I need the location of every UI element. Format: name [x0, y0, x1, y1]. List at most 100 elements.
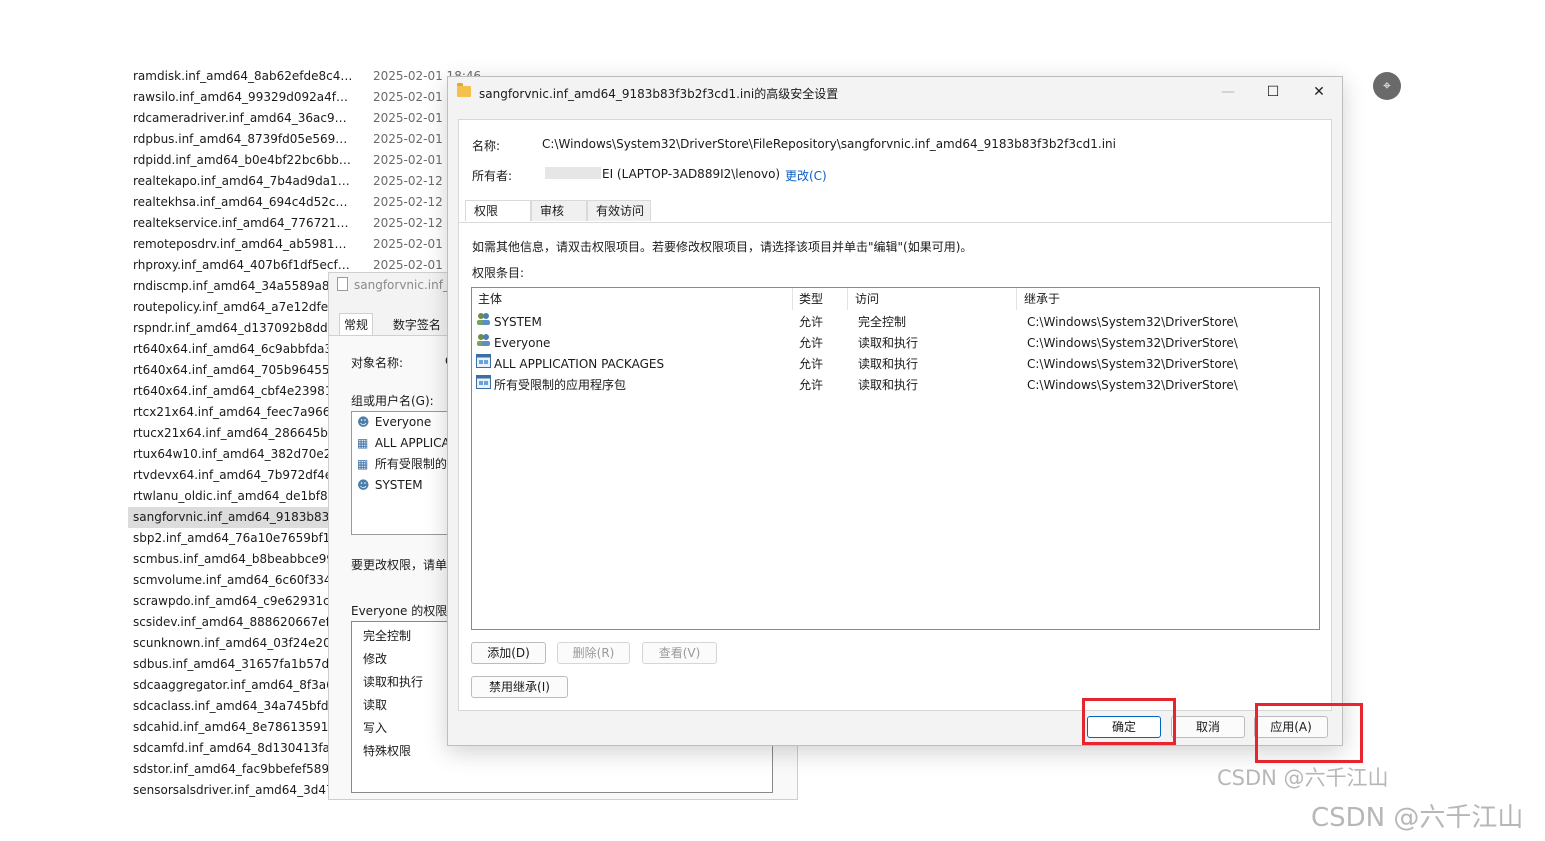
- entry-access: 读取和执行: [858, 357, 919, 371]
- column-inherited-from[interactable]: 继承于: [1018, 288, 1314, 310]
- file-date: 2025-02-01 1: [373, 237, 455, 251]
- permission-entry-row[interactable]: 所有受限制的应用程序包 允许 读取和执行 C:\Windows\System32\Dr…: [472, 375, 1317, 396]
- file-name: scrawpdo.inf_amd64_c9e62931c1: [133, 594, 338, 608]
- watermark: CSDN @六千江山: [1311, 803, 1524, 833]
- view-button[interactable]: 查看(V): [642, 642, 717, 664]
- entry-principal: ALL APPLICATION PACKAGES: [494, 357, 665, 371]
- tab-divider: [459, 222, 1331, 223]
- ok-highlight-box: [1082, 698, 1176, 745]
- app-package-icon: ▦: [357, 457, 369, 471]
- file-name: rtwlanu_oldic.inf_amd64_de1bf895: [133, 489, 343, 503]
- info-text: 如需其他信息，请双击权限项目。若要修改权限项目，请选择该项目并单击"编辑"(如果…: [472, 240, 973, 254]
- properties-tabs: 常规 数字签名: [339, 313, 457, 335]
- file-name: rt640x64.inf_amd64_6c9abbfda35: [133, 342, 340, 356]
- file-list-item[interactable]: sangforvnic.inf_amd64_9183b83f3: [128, 507, 341, 528]
- file-name: realtekapo.inf_amd64_7b4ad9da196...: [133, 174, 353, 188]
- title-bar[interactable]: sangforvnic.inf_amd64_9183b83f3b2f3cd1.i…: [448, 77, 1342, 107]
- folder-icon: [457, 83, 471, 97]
- file-date: 2025-02-12 1: [373, 216, 455, 230]
- file-name: rdcameradriver.inf_amd64_36ac9802...: [133, 111, 353, 125]
- tab-digital-signature[interactable]: 数字签名: [389, 314, 445, 335]
- minimize-button[interactable]: —: [1205, 77, 1251, 107]
- name-label: 名称:: [472, 139, 501, 153]
- file-name: scunknown.inf_amd64_03f24e20c3: [133, 636, 345, 650]
- permission-entry-row[interactable]: Everyone 允许 读取和执行 C:\Windows\System32\Drive…: [472, 333, 1317, 354]
- dialog-content: 名称: C:\Windows\System32\DriverStore\File…: [458, 119, 1332, 711]
- tab-general[interactable]: 常规: [339, 313, 374, 335]
- file-name: rspndr.inf_amd64_d137092b8dd2: [133, 321, 336, 335]
- entry-access: 读取和执行: [858, 336, 919, 350]
- file-date: 2025-02-01 1: [373, 111, 455, 125]
- owner-change-link[interactable]: 更改(C): [785, 167, 827, 184]
- file-name: scmvolume.inf_amd64_6c60f334fe: [133, 573, 344, 587]
- permission-entry-row[interactable]: ALL APPLICATION PACKAGES 允许 读取和执行 C:\Window…: [472, 354, 1317, 375]
- entry-type: 允许: [799, 315, 824, 329]
- entry-access: 读取和执行: [858, 378, 919, 392]
- cancel-button[interactable]: 取消: [1171, 716, 1245, 738]
- file-name: ramdisk.inf_amd64_8ab62efde8c4fdf...: [133, 69, 353, 83]
- entry-principal: Everyone: [494, 336, 551, 350]
- file-date: 2025-02-12 1: [373, 174, 455, 188]
- file-name: sangforvnic.inf_amd64_9183b83f3: [133, 510, 342, 524]
- change-hint: 要更改权限，请单: [351, 558, 448, 572]
- file-name: rt640x64.inf_amd64_cbf4e23981c3: [133, 384, 347, 398]
- tab-permissions[interactable]: 权限: [465, 200, 531, 221]
- tab-effective-access[interactable]: 有效访问: [587, 200, 651, 221]
- file-name: sdstor.inf_amd64_fac9bbefef589e: [133, 762, 337, 776]
- column-access[interactable]: 访问: [849, 288, 1017, 310]
- entry-type: 允许: [799, 378, 824, 392]
- file-name: sensorsalsdriver.inf_amd64_3d47: [133, 783, 334, 797]
- entry-inherited: C:\Windows\System32\DriverStore\: [1027, 378, 1238, 392]
- permission-entry-row[interactable]: SYSTEM 允许 完全控制 C:\Windows\System32\DriverSt…: [472, 312, 1317, 333]
- owner-label: 所有者:: [472, 169, 513, 183]
- file-name: rtvdevx64.inf_amd64_7b972df4e0: [133, 468, 340, 482]
- file-name: rhproxy.inf_amd64_407b6f1df5ecf019...: [133, 258, 353, 272]
- file-name: rndiscmp.inf_amd64_34a5589a8cf: [133, 279, 341, 293]
- file-name: realtekhsa.inf_amd64_694c4d52c0929...: [133, 195, 353, 209]
- file-name: remoteposdrv.inf_amd64_ab5981853...: [133, 237, 353, 251]
- disable-inheritance-button[interactable]: 禁用继承(I): [471, 676, 568, 698]
- file-name: rtux64w10.inf_amd64_382d70e2c3: [133, 447, 346, 461]
- entry-type: 允许: [799, 336, 824, 350]
- file-name: rt640x64.inf_amd64_705b96455fe: [133, 363, 342, 377]
- permission-entries-list[interactable]: 主体 类型 访问 继承于 SYSTEM 允许 完全控制 C:\Windows\Syst…: [471, 287, 1320, 630]
- file-name: rtcx21x64.inf_amd64_feec7a9662e: [133, 405, 346, 419]
- file-name: rtucx21x64.inf_amd64_286645bc8: [133, 426, 343, 440]
- zoom-icon[interactable]: ⌖: [1373, 72, 1401, 100]
- group-label: 组或用户名(G):: [351, 394, 434, 408]
- properties-title: sangforvnic.inf_a: [337, 277, 456, 292]
- file-name: scsidev.inf_amd64_888620667efd: [133, 615, 338, 629]
- entry-access: 完全控制: [858, 315, 907, 329]
- file-name: routepolicy.inf_amd64_a7e12dfef7: [133, 300, 340, 314]
- object-name-label: 对象名称:: [351, 356, 404, 370]
- entry-inherited: C:\Windows\System32\DriverStore\: [1027, 357, 1238, 371]
- tab-auditing[interactable]: 审核: [531, 200, 587, 221]
- users-icon: [476, 312, 491, 326]
- file-name: scmbus.inf_amd64_b8beabbce997: [133, 552, 342, 566]
- column-principal[interactable]: 主体: [472, 288, 793, 310]
- users-icon: ☻: [357, 415, 370, 429]
- add-button[interactable]: 添加(D): [471, 642, 546, 664]
- file-date: 2025-02-01 1: [373, 90, 455, 104]
- entry-principal: 所有受限制的应用程序包: [494, 378, 627, 392]
- document-icon: [337, 277, 348, 291]
- file-name: sdcahid.inf_amd64_8e78613591050: [133, 720, 352, 734]
- column-type[interactable]: 类型: [793, 288, 848, 310]
- advanced-security-dialog: sangforvnic.inf_amd64_9183b83f3b2f3cd1.i…: [447, 76, 1343, 746]
- remove-button[interactable]: 删除(R): [557, 642, 630, 664]
- name-value[interactable]: C:\Windows\System32\DriverStore\FileRepo…: [542, 137, 1116, 151]
- entry-inherited: C:\Windows\System32\DriverStore\: [1027, 336, 1238, 350]
- dialog-title: sangforvnic.inf_amd64_9183b83f3b2f3cd1.i…: [479, 87, 839, 101]
- file-name: sdcaaggregator.inf_amd64_8f3a6: [133, 678, 334, 692]
- maximize-button[interactable]: ☐: [1250, 77, 1296, 107]
- file-name: rawsilo.inf_amd64_99329d092a4fdb6...: [133, 90, 353, 104]
- owner-redacted-block: [545, 167, 601, 179]
- entry-inherited: C:\Windows\System32\DriverStore\: [1027, 315, 1238, 329]
- file-date: 2025-02-01 1: [373, 132, 455, 146]
- app-package-icon: [476, 375, 491, 389]
- watermark: CSDN @六千江山: [1217, 766, 1389, 790]
- file-name: realtekservice.inf_amd64_776721b75...: [133, 216, 353, 230]
- file-name: rdpbus.inf_amd64_8739fd05e569a1f2...: [133, 132, 353, 146]
- apply-highlight-box: [1255, 703, 1363, 763]
- close-button[interactable]: ✕: [1296, 77, 1342, 107]
